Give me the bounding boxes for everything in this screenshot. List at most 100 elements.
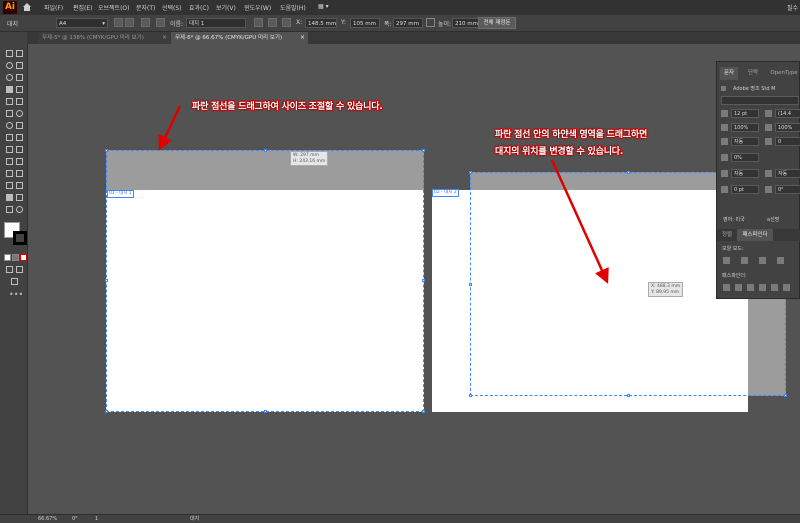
none-mode-icon[interactable] [20, 254, 27, 261]
gradient-mode-icon[interactable] [12, 254, 19, 261]
x-input[interactable]: 148.5 mm [305, 18, 337, 28]
landscape-icon[interactable] [125, 18, 134, 27]
language-select[interactable]: 영어: 미국 [723, 216, 745, 223]
resize-handle[interactable] [422, 410, 425, 413]
exclude-icon[interactable] [777, 257, 784, 264]
menu-help[interactable]: 도움말(H) [280, 3, 306, 12]
aki-left-input[interactable]: 자동 [731, 169, 759, 178]
draw-behind-icon[interactable] [16, 266, 23, 273]
resize-handle[interactable] [627, 394, 630, 397]
selection-tool-icon[interactable] [6, 50, 13, 57]
font-family-field[interactable]: Adobe 명조 Std M [733, 85, 775, 92]
rotate-tool-icon[interactable] [6, 122, 13, 129]
resize-handle[interactable] [469, 394, 472, 397]
anti-alias-select[interactable]: a선명 [767, 216, 779, 223]
rectangle-tool-icon[interactable] [6, 98, 13, 105]
gradient-tool-icon[interactable] [16, 158, 23, 165]
shape-builder-tool-icon[interactable] [6, 146, 13, 153]
home-icon[interactable] [22, 2, 32, 12]
font-size-input[interactable]: 12 pt [731, 109, 759, 118]
artboard-2-label[interactable]: 02 - 대지 2 [432, 189, 459, 197]
tracking-input[interactable]: 0 [775, 137, 800, 146]
resize-handle[interactable] [264, 410, 267, 413]
leading-input[interactable]: (14.4 [775, 109, 800, 118]
mesh-tool-icon[interactable] [6, 158, 13, 165]
rearrange-all-button[interactable]: 전체 재정돈 [478, 17, 516, 29]
screen-mode-icon[interactable] [11, 278, 18, 285]
tab-pathfinder[interactable]: 패스파인더 [737, 229, 773, 241]
artboard-name-input[interactable]: 대지 1 [186, 18, 246, 28]
menu-type[interactable]: 문자(T) [136, 3, 155, 12]
blend-tool-icon[interactable] [16, 170, 23, 177]
new-artboard-icon[interactable] [141, 18, 150, 27]
delete-artboard-icon[interactable] [156, 18, 165, 27]
lasso-tool-icon[interactable] [16, 62, 23, 69]
slice-tool-icon[interactable] [16, 194, 23, 201]
draw-normal-icon[interactable] [6, 266, 13, 273]
close-icon[interactable]: × [300, 32, 305, 44]
hand-tool-icon[interactable] [6, 206, 13, 213]
vertical-scale-input[interactable]: 100% [731, 123, 759, 132]
menu-file[interactable]: 파일(F) [44, 3, 63, 12]
symbol-sprayer-tool-icon[interactable] [6, 182, 13, 189]
pen-tool-icon[interactable] [6, 74, 13, 81]
move-with-artboard-icon[interactable] [254, 18, 263, 27]
resize-handle[interactable] [469, 171, 472, 174]
merge-icon[interactable] [747, 284, 754, 291]
tsume-input[interactable]: 0% [731, 153, 759, 162]
link-icon[interactable] [426, 18, 435, 27]
menu-object[interactable]: 오브젝트(O) [98, 3, 130, 12]
stroke-swatch[interactable] [13, 231, 27, 245]
zoom-tool-icon[interactable] [16, 206, 23, 213]
perspective-grid-tool-icon[interactable] [16, 146, 23, 153]
width-tool-icon[interactable] [6, 134, 13, 141]
canvas[interactable]: 01 - 대지 1 W: 297 mm H: 243.16 mm 02 - 대지… [28, 44, 800, 513]
close-icon[interactable]: × [162, 32, 167, 44]
free-transform-tool-icon[interactable] [16, 134, 23, 141]
curvature-tool-icon[interactable] [16, 74, 23, 81]
arrange-documents-icon[interactable]: ▦ ▾ [318, 3, 329, 10]
tab-paragraph[interactable]: 단락 [741, 67, 765, 80]
magic-wand-tool-icon[interactable] [6, 62, 13, 69]
portrait-icon[interactable] [114, 18, 123, 27]
unite-icon[interactable] [723, 257, 730, 264]
preset-select[interactable]: A4 ▾ [56, 18, 108, 28]
menu-window[interactable]: 윈도우(W) [244, 3, 271, 12]
artboard-1-label[interactable]: 01 - 대지 1 [107, 190, 134, 198]
kerning-input[interactable]: 자동 [731, 137, 759, 146]
artboard-options-icon[interactable] [268, 18, 277, 27]
intersect-icon[interactable] [759, 257, 766, 264]
color-mode-icon[interactable] [4, 254, 11, 261]
more-tools-icon[interactable]: ••• [9, 290, 23, 299]
type-tool-icon[interactable] [6, 86, 13, 93]
menu-view[interactable]: 보기(V) [216, 3, 236, 12]
tab-character[interactable]: 문자 [720, 67, 738, 80]
crop-icon[interactable] [759, 284, 766, 291]
minus-front-icon[interactable] [741, 257, 748, 264]
paintbrush-tool-icon[interactable] [16, 98, 23, 105]
reference-point-icon[interactable] [282, 18, 291, 27]
outline-icon[interactable] [771, 284, 778, 291]
w-input[interactable]: 297 mm [393, 18, 423, 28]
menu-edit[interactable]: 편집(E) [73, 3, 93, 12]
resize-handle[interactable] [784, 394, 787, 397]
resize-handle[interactable] [627, 171, 630, 174]
font-style-field[interactable] [721, 96, 799, 105]
resize-handle[interactable] [105, 149, 108, 152]
resize-handle[interactable] [105, 410, 108, 413]
baseline-shift-input[interactable]: 0 pt [731, 185, 759, 194]
direct-selection-tool-icon[interactable] [16, 50, 23, 57]
menu-select[interactable]: 선택(S) [162, 3, 182, 12]
search-icon[interactable] [721, 86, 726, 91]
minus-back-icon[interactable] [783, 284, 790, 291]
trim-icon[interactable] [735, 284, 742, 291]
resize-handle[interactable] [264, 149, 267, 152]
resize-handle[interactable] [422, 279, 425, 282]
workspace-switcher[interactable]: 필수 [787, 3, 798, 12]
column-graph-tool-icon[interactable] [16, 182, 23, 189]
menu-effect[interactable]: 효과(C) [189, 3, 209, 12]
tab-align[interactable]: 정렬 [719, 229, 735, 241]
artboard-1-selection[interactable] [105, 149, 425, 413]
resize-handle[interactable] [105, 279, 108, 282]
scale-tool-icon[interactable] [16, 122, 23, 129]
